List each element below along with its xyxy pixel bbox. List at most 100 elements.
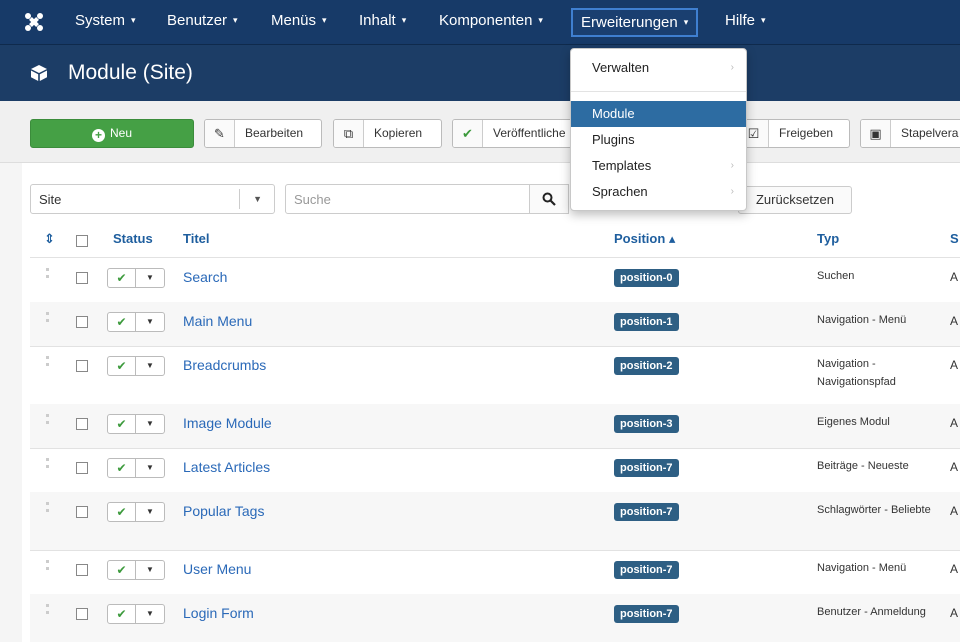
- checkin-button[interactable]: ☑ Freigeben: [738, 119, 850, 148]
- module-title-link[interactable]: Latest Articles: [183, 459, 270, 475]
- chevron-down-icon[interactable]: ▼: [136, 459, 164, 477]
- module-title-link[interactable]: Login Form: [183, 605, 254, 621]
- sort-ordering-icon[interactable]: ⇕: [44, 231, 55, 247]
- row-checkbox[interactable]: [76, 608, 88, 620]
- published-check-icon[interactable]: ✔: [108, 561, 136, 579]
- row-checkbox[interactable]: [76, 462, 88, 474]
- drag-handle-icon[interactable]: [46, 604, 49, 614]
- column-status[interactable]: Status: [113, 231, 153, 246]
- access-level: A: [950, 606, 959, 620]
- published-check-icon[interactable]: ✔: [108, 357, 136, 375]
- position-badge: position-3: [614, 415, 679, 433]
- row-checkbox[interactable]: [76, 418, 88, 430]
- search-button[interactable]: [529, 184, 569, 214]
- status-toggle[interactable]: ✔ ▼: [107, 414, 165, 434]
- menu-item-plugins[interactable]: Plugins: [571, 127, 746, 153]
- check-icon: ✔: [453, 120, 483, 147]
- joomla-logo-icon[interactable]: [24, 12, 44, 32]
- module-title-link[interactable]: Image Module: [183, 415, 272, 431]
- select-all-checkbox[interactable]: [76, 235, 88, 247]
- copy-button[interactable]: ⧉ Kopieren: [333, 119, 442, 148]
- nav-benutzer[interactable]: Benutzer ▾: [167, 12, 238, 29]
- client-select[interactable]: Site ▼: [30, 184, 275, 214]
- module-title-link[interactable]: User Menu: [183, 561, 251, 577]
- row-checkbox[interactable]: [76, 360, 88, 372]
- published-check-icon[interactable]: ✔: [108, 503, 136, 521]
- nav-erweiterungen[interactable]: Erweiterungen ▾: [571, 8, 699, 37]
- module-type: Benutzer - Anmeldung: [817, 606, 926, 618]
- drag-handle-icon[interactable]: [46, 356, 49, 366]
- menu-item-verwalten[interactable]: Verwalten ›: [571, 55, 746, 81]
- published-check-icon[interactable]: ✔: [108, 605, 136, 623]
- module-title-link[interactable]: Main Menu: [183, 313, 252, 329]
- position-badge: position-7: [614, 459, 679, 477]
- chevron-down-icon[interactable]: ▼: [136, 357, 164, 375]
- position-badge: position-7: [614, 503, 679, 521]
- batch-icon: ▣: [861, 120, 891, 147]
- module-title-link[interactable]: Popular Tags: [183, 503, 264, 519]
- extensions-dropdown-menu: Verwalten › Module Plugins Templates › Spr…: [570, 48, 747, 211]
- published-check-icon[interactable]: ✔: [108, 313, 136, 331]
- edit-icon: ✎: [205, 120, 235, 147]
- chevron-down-icon[interactable]: ▼: [136, 605, 164, 623]
- row-checkbox[interactable]: [76, 506, 88, 518]
- row-checkbox[interactable]: [76, 316, 88, 328]
- column-access[interactable]: S: [950, 231, 959, 246]
- batch-button[interactable]: ▣ Stapelvera: [860, 119, 960, 148]
- page-title: Module (Site): [68, 61, 193, 84]
- page-header: Module (Site): [0, 45, 960, 101]
- column-type[interactable]: Typ: [817, 231, 839, 246]
- menu-item-module[interactable]: Module: [571, 101, 746, 127]
- nav-inhalt[interactable]: Inhalt ▾: [359, 12, 406, 29]
- chevron-down-icon[interactable]: ▼: [136, 415, 164, 433]
- access-level: A: [950, 562, 959, 576]
- published-check-icon[interactable]: ✔: [108, 459, 136, 477]
- status-toggle[interactable]: ✔ ▼: [107, 268, 165, 288]
- new-button[interactable]: + Neu: [30, 119, 194, 148]
- nav-menues[interactable]: Menüs ▾: [271, 12, 327, 29]
- menu-item-templates[interactable]: Templates ›: [571, 153, 746, 179]
- status-toggle[interactable]: ✔ ▼: [107, 502, 165, 522]
- copy-icon: ⧉: [334, 120, 364, 147]
- toolbar: + Neu ✎ Bearbeiten ⧉ Kopieren ✔ Veröffentlic…: [0, 101, 960, 163]
- module-type: Navigation - Menü: [817, 562, 907, 574]
- drag-handle-icon[interactable]: [46, 312, 49, 322]
- chevron-down-icon[interactable]: ▼: [136, 269, 164, 287]
- published-check-icon[interactable]: ✔: [108, 269, 136, 287]
- nav-komponenten[interactable]: Komponenten ▾: [439, 12, 543, 29]
- column-title[interactable]: Titel: [183, 231, 210, 246]
- module-title-link[interactable]: Search: [183, 269, 227, 285]
- module-title-link[interactable]: Breadcrumbs: [183, 357, 266, 373]
- column-position[interactable]: Position ▴: [614, 231, 675, 247]
- edit-button[interactable]: ✎ Bearbeiten: [204, 119, 322, 148]
- drag-handle-icon[interactable]: [46, 414, 49, 424]
- row-checkbox[interactable]: [76, 272, 88, 284]
- search-input[interactable]: Suche: [285, 184, 530, 214]
- drag-handle-icon[interactable]: [46, 268, 49, 278]
- drag-handle-icon[interactable]: [46, 458, 49, 468]
- row-checkbox[interactable]: [76, 564, 88, 576]
- drag-handle-icon[interactable]: [46, 560, 49, 570]
- chevron-down-icon[interactable]: ▼: [136, 313, 164, 331]
- access-level: A: [950, 358, 959, 372]
- chevron-down-icon[interactable]: ▼: [136, 503, 164, 521]
- status-toggle[interactable]: ✔ ▼: [107, 356, 165, 376]
- status-toggle[interactable]: ✔ ▼: [107, 560, 165, 580]
- chevron-down-icon[interactable]: ▼: [136, 561, 164, 579]
- module-type: Eigenes Modul: [817, 416, 890, 428]
- access-level: A: [950, 504, 959, 518]
- nav-hilfe[interactable]: Hilfe ▾: [725, 12, 766, 29]
- cube-icon: [31, 65, 47, 81]
- reset-button[interactable]: Zurücksetzen: [738, 186, 852, 214]
- drag-handle-icon[interactable]: [46, 502, 49, 512]
- published-check-icon[interactable]: ✔: [108, 415, 136, 433]
- position-badge: position-0: [614, 269, 679, 287]
- access-level: A: [950, 460, 959, 474]
- module-type: Navigation - Menü: [817, 314, 907, 326]
- status-toggle[interactable]: ✔ ▼: [107, 604, 165, 624]
- status-toggle[interactable]: ✔ ▼: [107, 458, 165, 478]
- menu-item-sprachen[interactable]: Sprachen ›: [571, 179, 746, 205]
- publish-button[interactable]: ✔ Veröffentliche: [452, 119, 582, 148]
- status-toggle[interactable]: ✔ ▼: [107, 312, 165, 332]
- nav-system[interactable]: System ▾: [75, 12, 136, 29]
